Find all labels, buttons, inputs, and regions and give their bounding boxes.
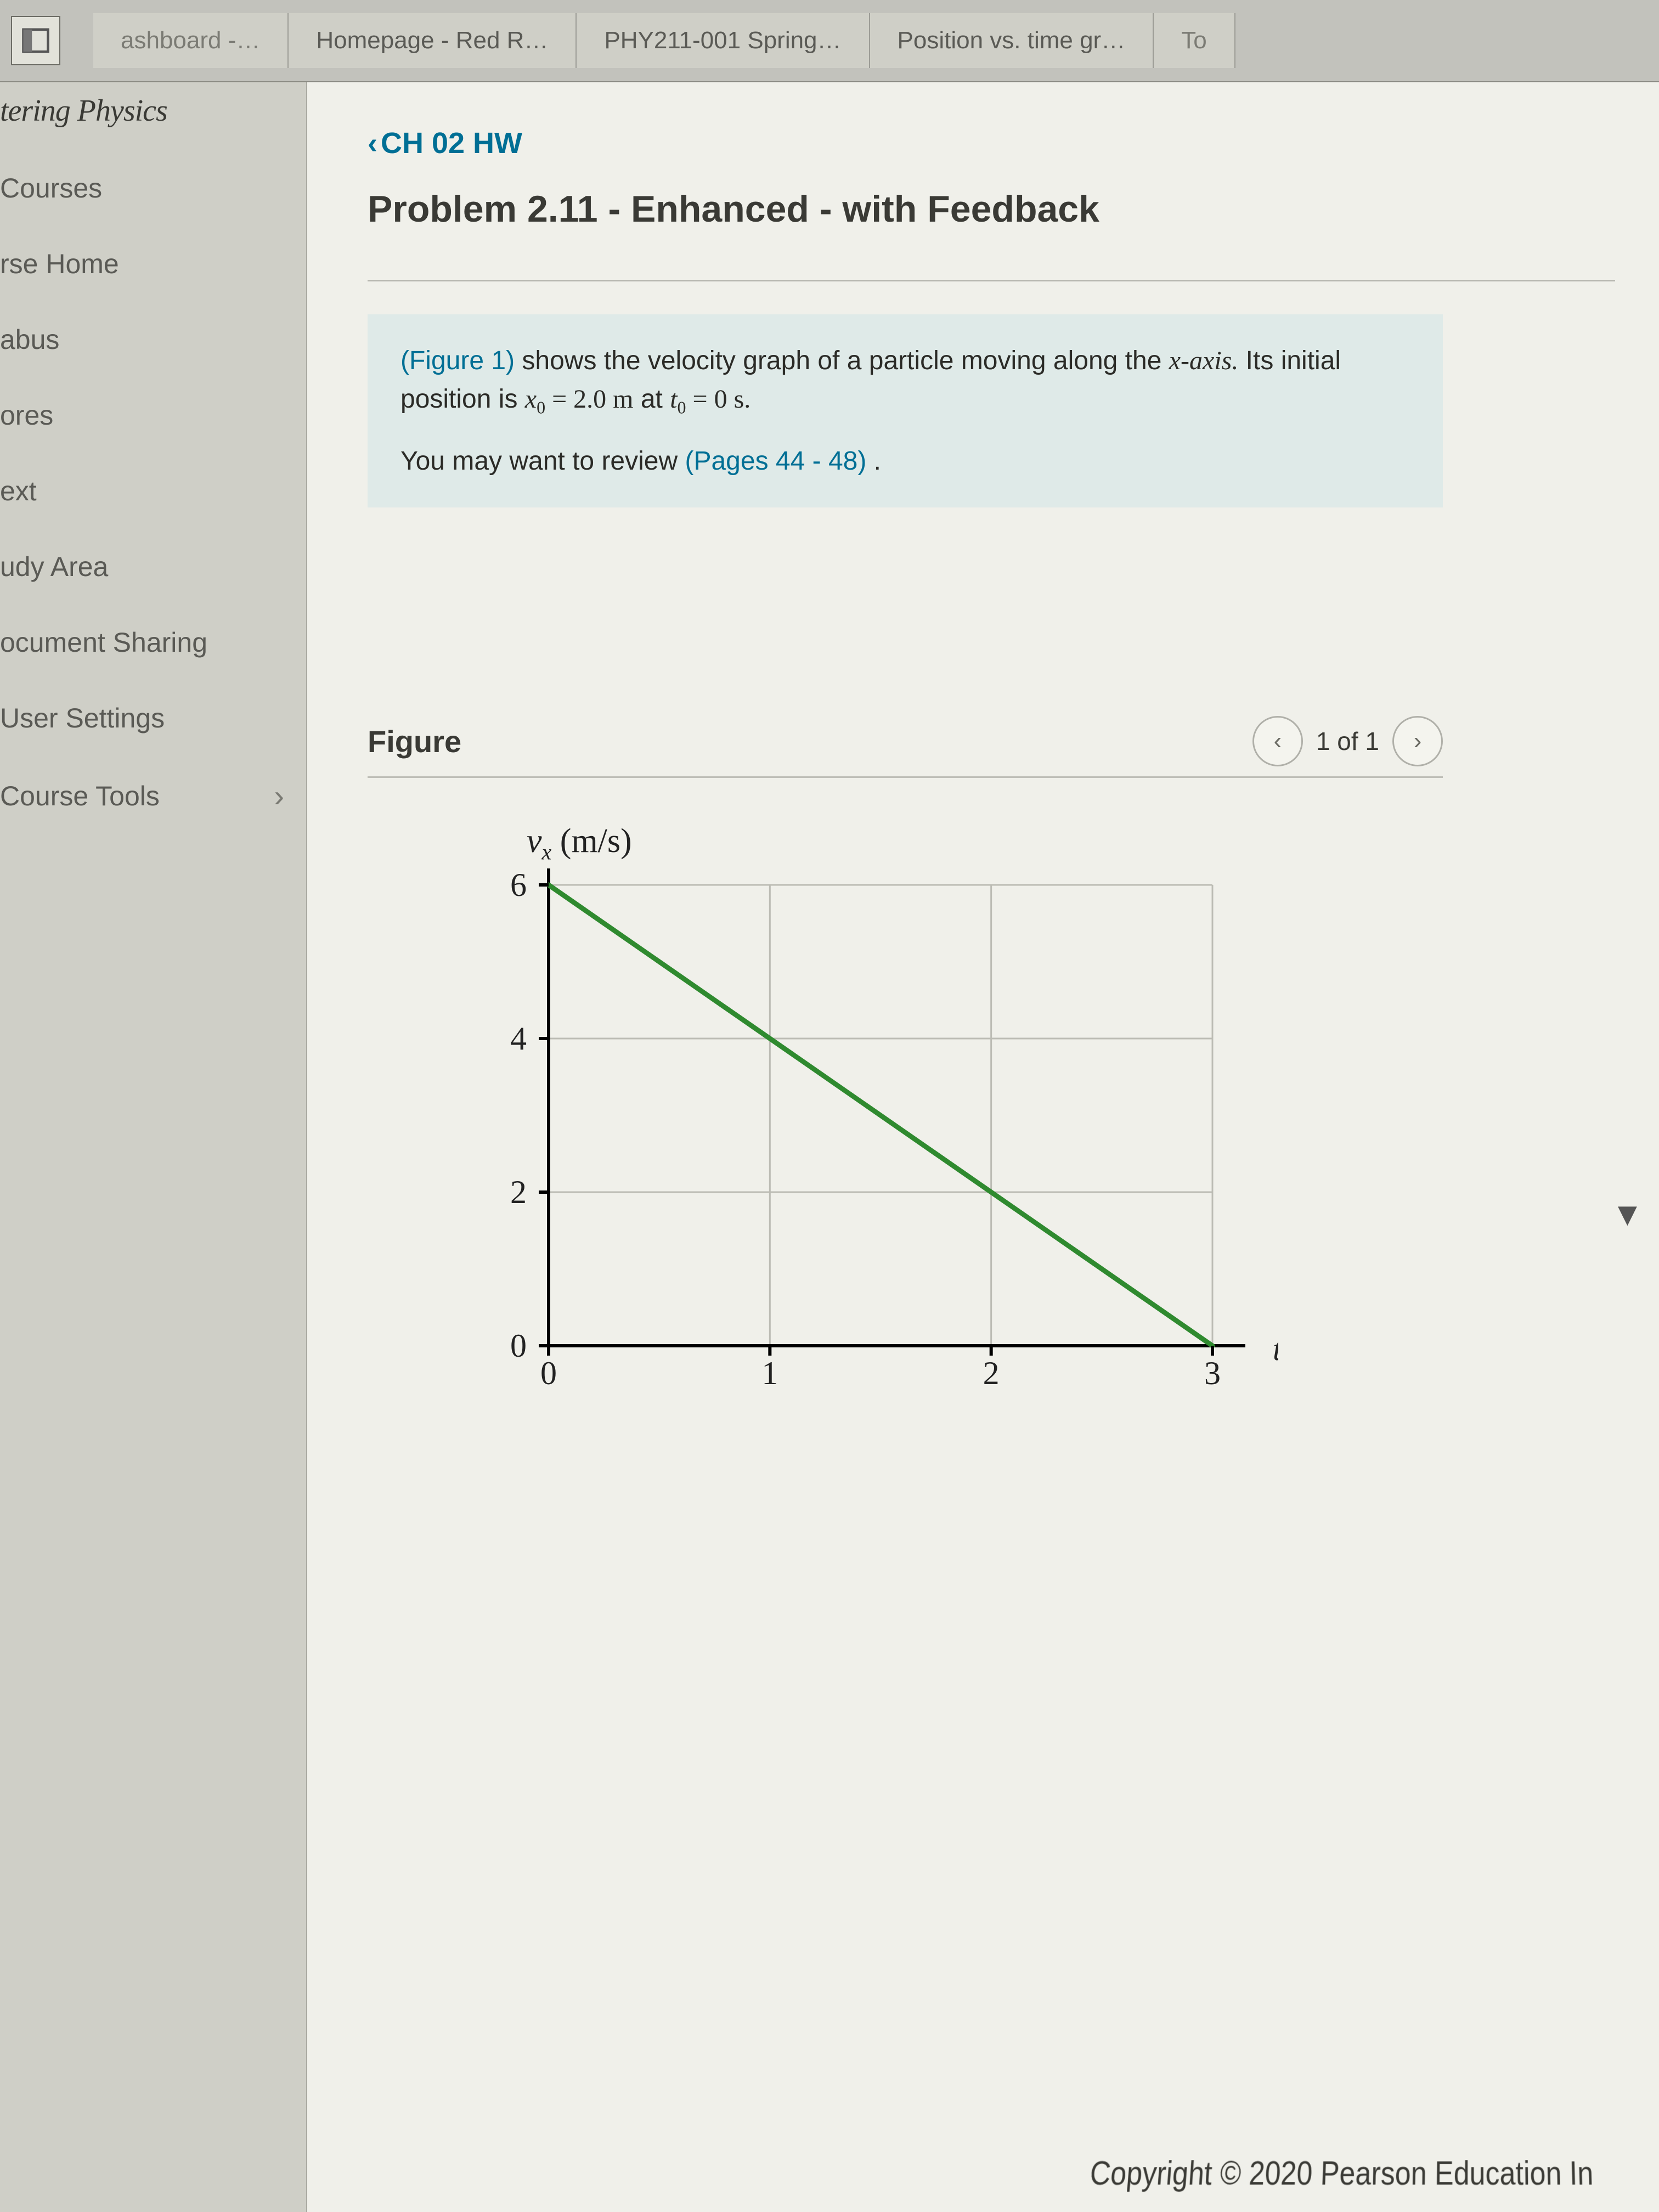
- figure-header: Figure ‹ 1 of 1 ›: [368, 716, 1443, 778]
- nav-label: udy Area: [0, 551, 108, 583]
- nav-label: Courses: [0, 172, 102, 204]
- brand-logo: tering Physics: [0, 88, 306, 150]
- nav-label: abus: [0, 324, 59, 356]
- course-sidebar: tering Physics Courses rse Home abus ore…: [0, 82, 307, 2212]
- review-hint: You may want to review (Pages 44 - 48) .: [400, 442, 1410, 481]
- nav-my-courses[interactable]: Courses: [0, 150, 306, 226]
- divider: [368, 280, 1615, 281]
- nav-study-area[interactable]: udy Area: [0, 529, 306, 605]
- tab-extra[interactable]: To: [1154, 13, 1235, 68]
- figure-page-indicator: 1 of 1: [1316, 726, 1379, 756]
- side-panel-toggle[interactable]: [11, 16, 60, 65]
- svg-text:t (s): t (s): [1273, 1331, 1278, 1367]
- chevron-left-icon: ‹: [368, 126, 377, 160]
- nav-etext[interactable]: ext: [0, 453, 306, 529]
- tab-phy211[interactable]: PHY211-001 Spring…: [577, 13, 870, 68]
- chevron-right-icon: ›: [274, 778, 306, 814]
- problem-title: Problem 2.11 - Enhanced - with Feedback: [368, 188, 1615, 230]
- figure-ref-link[interactable]: (Figure 1): [400, 346, 515, 375]
- nav-course-home[interactable]: rse Home: [0, 226, 306, 302]
- svg-text:2: 2: [510, 1174, 527, 1210]
- svg-text:0: 0: [510, 1328, 527, 1364]
- browser-tabstrip: ashboard -… Homepage - Red R… PHY211-001…: [0, 0, 1659, 82]
- pages-link[interactable]: (Pages 44 - 48): [685, 447, 866, 476]
- velocity-graph: vx (m/s) 0 2 4 6 0 1 2 3 t (s): [455, 822, 1443, 1419]
- figure-prev-button[interactable]: ‹: [1252, 716, 1303, 766]
- svg-text:0: 0: [540, 1355, 557, 1391]
- svg-text:3: 3: [1204, 1355, 1221, 1391]
- nav-user-settings[interactable]: User Settings: [0, 680, 306, 756]
- panel-icon: [21, 26, 50, 55]
- nav-course-tools[interactable]: Course Tools ›: [0, 756, 306, 836]
- nav-label: User Settings: [0, 702, 165, 734]
- nav-syllabus[interactable]: abus: [0, 302, 306, 377]
- tab-dashboard[interactable]: ashboard -…: [93, 13, 289, 68]
- nav-label: Course Tools: [0, 780, 160, 812]
- main-content: ‹ CH 02 HW Problem 2.11 - Enhanced - wit…: [307, 82, 1659, 2212]
- svg-text:6: 6: [510, 868, 527, 903]
- nav-document-sharing[interactable]: ocument Sharing: [0, 605, 306, 680]
- figure-pager: ‹ 1 of 1 ›: [1252, 716, 1443, 766]
- chart-y-axis-label: vx (m/s): [527, 822, 1443, 865]
- tab-position-vs-time[interactable]: Position vs. time gr…: [870, 13, 1154, 68]
- nav-label: ext: [0, 475, 37, 507]
- svg-text:2: 2: [983, 1355, 1000, 1391]
- nav-label: ocument Sharing: [0, 627, 207, 658]
- problem-statement-box: (Figure 1) shows the velocity graph of a…: [368, 314, 1443, 507]
- svg-text:1: 1: [761, 1355, 778, 1391]
- nav-label: rse Home: [0, 248, 119, 280]
- back-link-label: CH 02 HW: [381, 126, 522, 160]
- figure-next-button[interactable]: ›: [1392, 716, 1443, 766]
- caret-down-icon[interactable]: ▾: [1618, 1190, 1637, 1235]
- figure-panel: Figure ‹ 1 of 1 › vx (m/s) 0 2 4 6 0 1 2 3 t (s): [368, 716, 1443, 1419]
- problem-statement: (Figure 1) shows the velocity graph of a…: [400, 342, 1410, 420]
- svg-text:4: 4: [510, 1020, 527, 1057]
- nav-scores[interactable]: ores: [0, 377, 306, 453]
- tab-homepage[interactable]: Homepage - Red R…: [289, 13, 577, 68]
- nav-label: ores: [0, 399, 53, 431]
- copyright-text: Copyright © 2020 Pearson Education In: [1088, 2154, 1594, 2193]
- chart-svg: 0 2 4 6 0 1 2 3 t (s): [455, 868, 1278, 1417]
- back-link-ch02hw[interactable]: ‹ CH 02 HW: [368, 126, 522, 160]
- figure-label: Figure: [368, 724, 461, 759]
